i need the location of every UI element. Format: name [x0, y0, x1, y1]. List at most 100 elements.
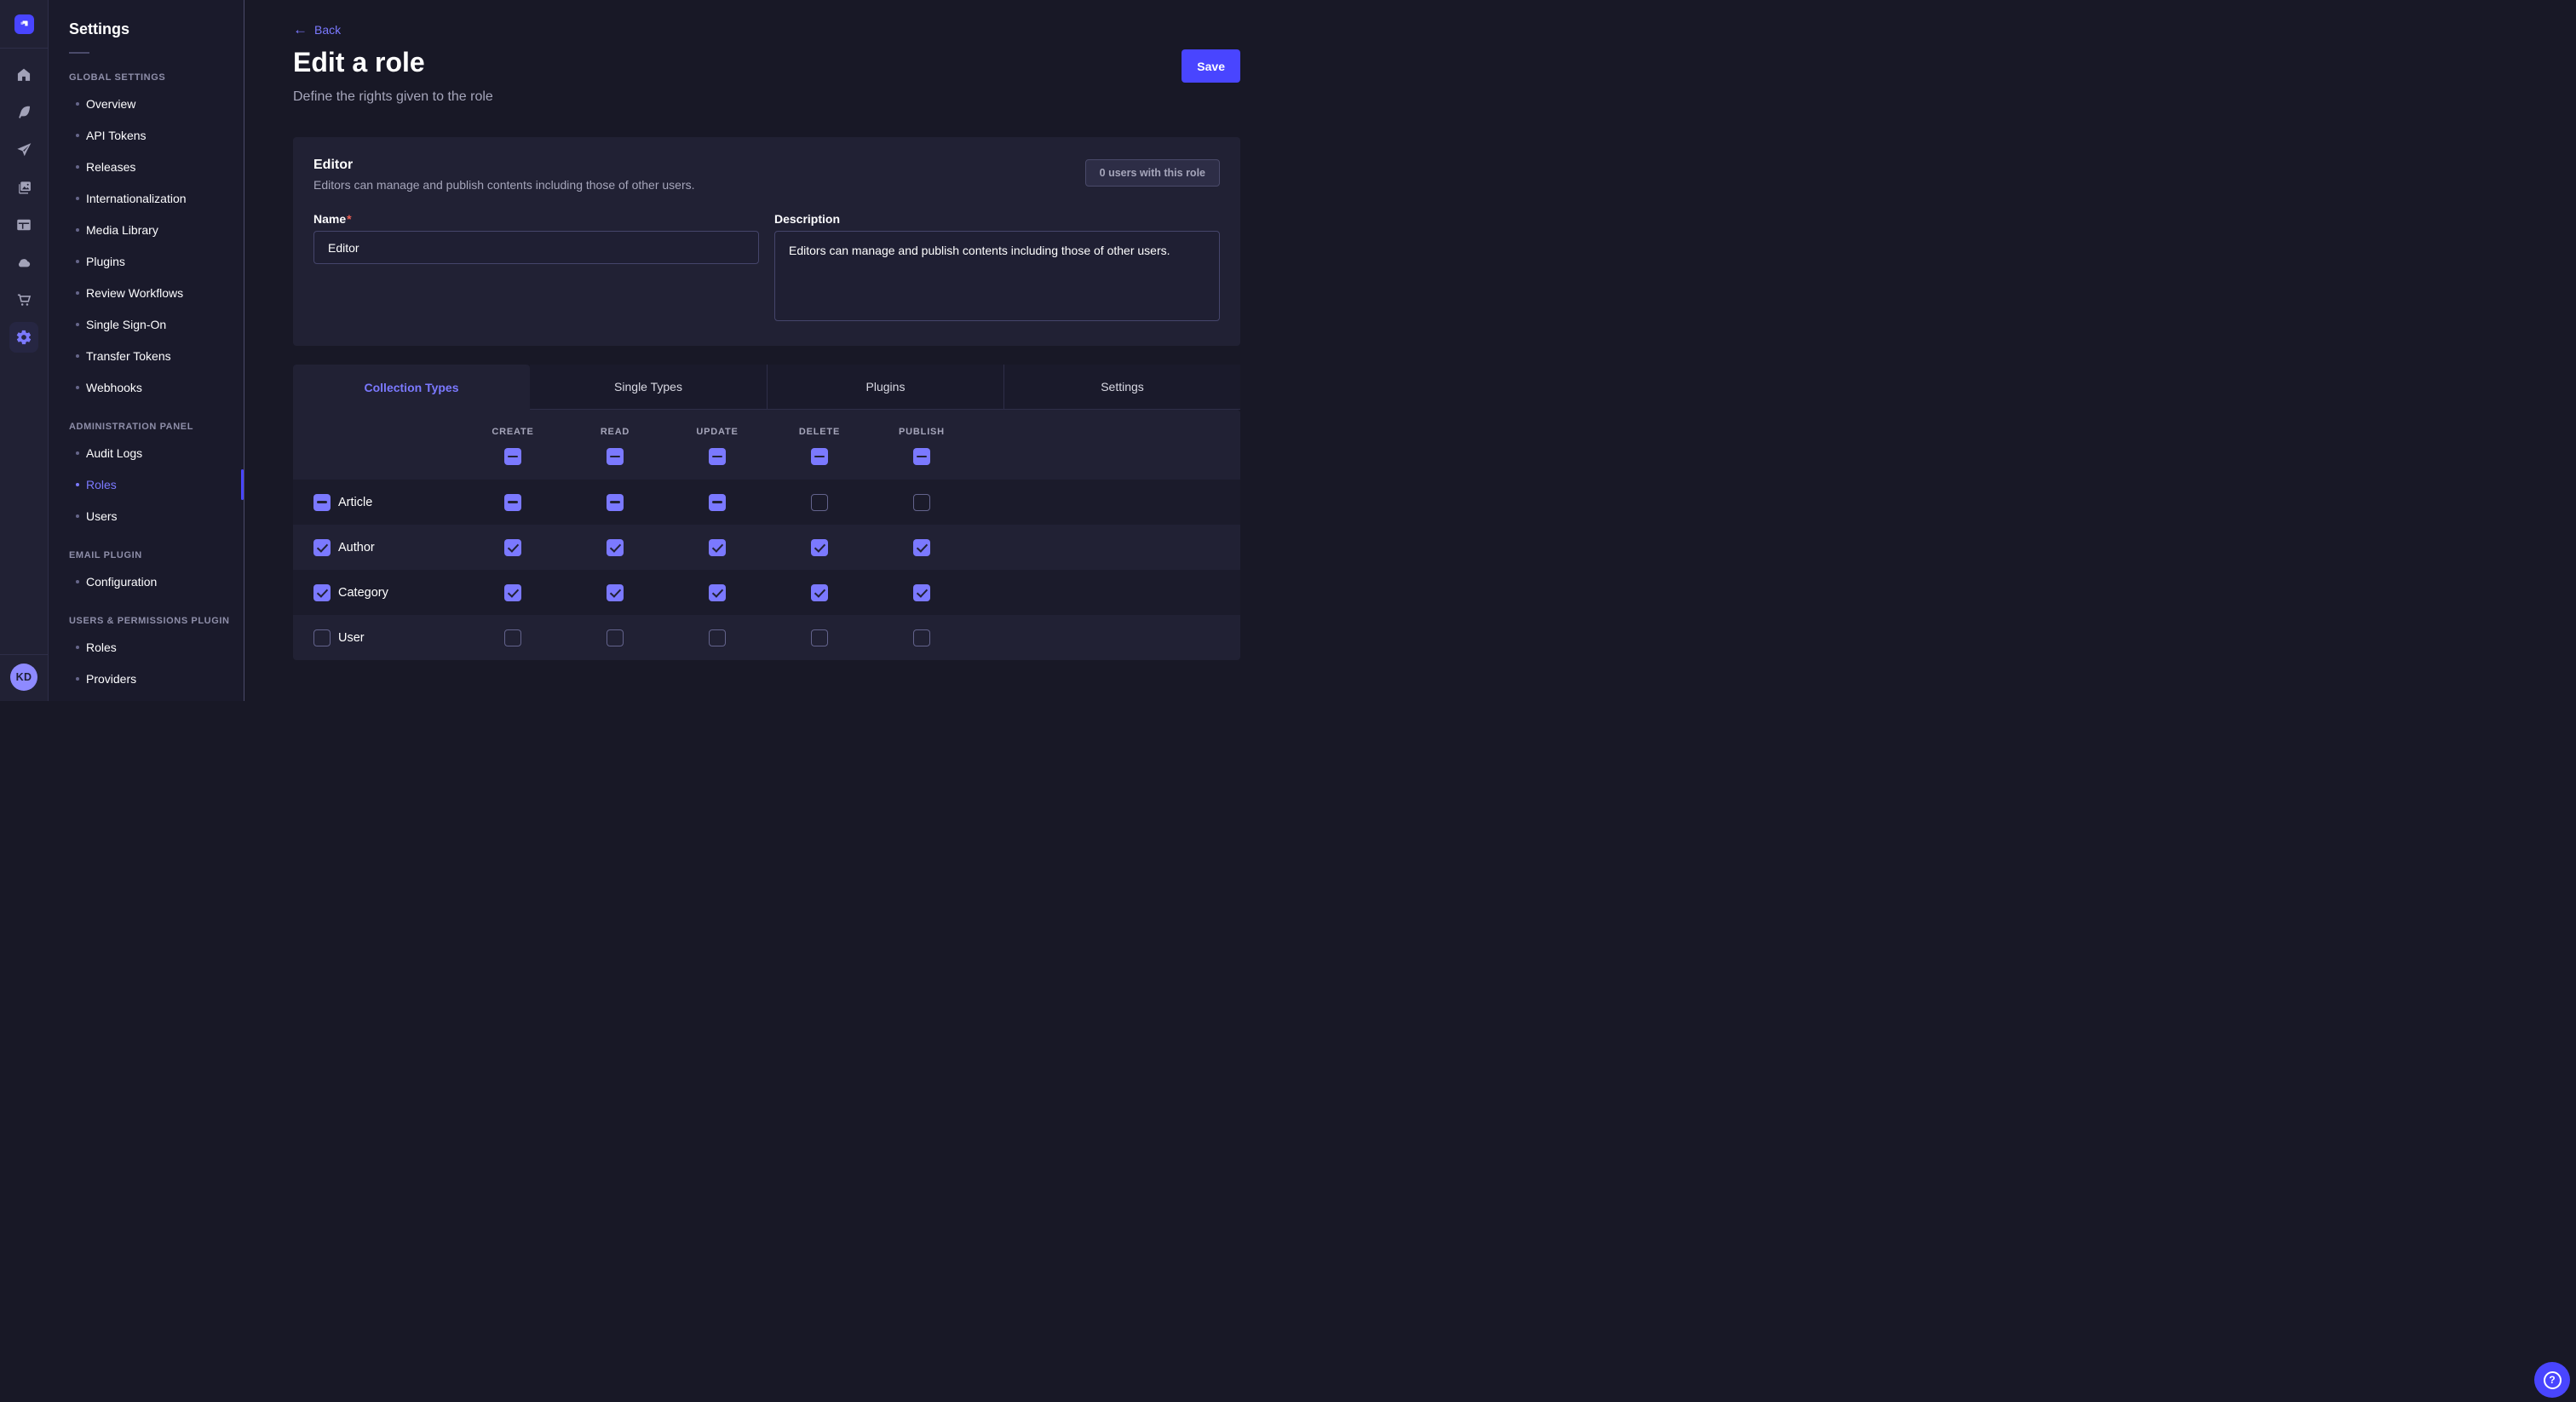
sidebar-item-webhooks[interactable]: Webhooks: [49, 371, 244, 403]
permissions-tabs: Collection Types Single Types Plugins Se…: [293, 365, 1240, 410]
select-all-row: [293, 448, 1240, 465]
article-delete-checkbox[interactable]: [811, 494, 828, 511]
article-read-checkbox[interactable]: [607, 494, 624, 511]
back-arrow-icon: ←: [293, 22, 308, 37]
author-delete-checkbox[interactable]: [811, 539, 828, 556]
shopping-cart-icon[interactable]: [9, 284, 38, 315]
email-plugin-list: Configuration: [49, 566, 244, 597]
row-checkbox-user[interactable]: [313, 629, 331, 646]
name-field-group: Name*: [313, 212, 759, 325]
row-label: Category: [338, 586, 388, 600]
sidebar-item-roles-up[interactable]: Roles: [49, 631, 244, 663]
role-description-text: Editors can manage and publish contents …: [313, 178, 1220, 192]
sidebar-item-internationalization[interactable]: Internationalization: [49, 182, 244, 214]
select-all-update-checkbox[interactable]: [709, 448, 726, 465]
category-create-checkbox[interactable]: [504, 584, 521, 601]
bullet-icon: [76, 102, 79, 106]
category-update-checkbox[interactable]: [709, 584, 726, 601]
required-asterisk: *: [347, 212, 351, 226]
strapi-logo[interactable]: [14, 14, 34, 34]
sidebar-item-transfer-tokens[interactable]: Transfer Tokens: [49, 340, 244, 371]
bullet-icon: [76, 677, 79, 681]
row-checkbox-article[interactable]: [313, 494, 331, 511]
user-update-checkbox[interactable]: [709, 629, 726, 646]
bullet-icon: [76, 451, 79, 455]
tab-plugins[interactable]: Plugins: [767, 365, 1003, 410]
bullet-icon: [76, 260, 79, 263]
sidebar-item-review-workflows[interactable]: Review Workflows: [49, 277, 244, 308]
row-checkbox-author[interactable]: [313, 539, 331, 556]
images-icon[interactable]: [9, 172, 38, 203]
select-all-create-checkbox[interactable]: [504, 448, 521, 465]
sidebar-item-releases[interactable]: Releases: [49, 151, 244, 182]
save-button[interactable]: Save: [1182, 49, 1240, 83]
gear-icon[interactable]: [9, 322, 38, 353]
author-read-checkbox[interactable]: [607, 539, 624, 556]
article-create-checkbox[interactable]: [504, 494, 521, 511]
administration-panel-list: Audit Logs Roles Users: [49, 437, 244, 531]
table-row-author: Author: [293, 525, 1240, 570]
sidebar-item-plugins[interactable]: Plugins: [49, 245, 244, 277]
author-publish-checkbox[interactable]: [913, 539, 930, 556]
table-row-article: Article: [293, 480, 1240, 525]
sidebar-item-single-sign-on[interactable]: Single Sign-On: [49, 308, 244, 340]
home-icon[interactable]: [9, 60, 38, 90]
tab-collection-types[interactable]: Collection Types: [293, 365, 530, 410]
article-publish-checkbox[interactable]: [913, 494, 930, 511]
sidebar-item-audit-logs[interactable]: Audit Logs: [49, 437, 244, 468]
user-read-checkbox[interactable]: [607, 629, 624, 646]
feather-pen-icon[interactable]: [9, 97, 38, 128]
category-read-checkbox[interactable]: [607, 584, 624, 601]
category-delete-checkbox[interactable]: [811, 584, 828, 601]
section-label-email-plugin: EMAIL PLUGIN: [49, 550, 244, 560]
sidebar-item-overview[interactable]: Overview: [49, 88, 244, 119]
sidebar-item-configuration[interactable]: Configuration: [49, 566, 244, 597]
author-update-checkbox[interactable]: [709, 539, 726, 556]
user-delete-checkbox[interactable]: [811, 629, 828, 646]
sidebar-item-users[interactable]: Users: [49, 500, 244, 531]
user-create-checkbox[interactable]: [504, 629, 521, 646]
rail-icon-nav: [9, 60, 38, 353]
article-update-checkbox[interactable]: [709, 494, 726, 511]
back-link[interactable]: ← Back: [293, 22, 341, 37]
user-publish-checkbox[interactable]: [913, 629, 930, 646]
cloud-icon[interactable]: [9, 247, 38, 278]
table-row-category: Category: [293, 570, 1240, 615]
row-checkbox-category[interactable]: [313, 584, 331, 601]
column-header-delete: DELETE: [768, 427, 871, 437]
select-all-publish-checkbox[interactable]: [913, 448, 930, 465]
bullet-icon: [76, 580, 79, 583]
help-button[interactable]: ?: [2534, 1362, 2570, 1398]
users-with-role-badge[interactable]: 0 users with this role: [1085, 159, 1220, 187]
tab-single-types[interactable]: Single Types: [530, 365, 767, 410]
column-header-read: READ: [564, 427, 666, 437]
description-textarea[interactable]: Editors can manage and publish contents …: [774, 231, 1220, 321]
select-all-read-checkbox[interactable]: [607, 448, 624, 465]
rail-divider: [0, 48, 48, 49]
question-mark-icon: ?: [2544, 1371, 2562, 1389]
sidebar-item-api-tokens[interactable]: API Tokens: [49, 119, 244, 151]
settings-subnav: Settings GLOBAL SETTINGS Overview API To…: [49, 0, 244, 701]
category-publish-checkbox[interactable]: [913, 584, 930, 601]
paper-plane-icon[interactable]: [9, 135, 38, 165]
user-avatar[interactable]: KD: [10, 664, 37, 691]
rail-bottom: KD: [0, 654, 48, 701]
bullet-icon: [76, 228, 79, 232]
author-create-checkbox[interactable]: [504, 539, 521, 556]
users-permissions-list: Roles Providers: [49, 631, 244, 694]
layout-icon[interactable]: [9, 210, 38, 240]
sidebar-item-media-library[interactable]: Media Library: [49, 214, 244, 245]
description-field-label: Description: [774, 212, 1220, 226]
name-input[interactable]: [313, 231, 759, 264]
role-details-card: Editor Editors can manage and publish co…: [293, 137, 1240, 346]
bullet-icon: [76, 386, 79, 389]
row-label: Article: [338, 496, 372, 509]
select-all-delete-checkbox[interactable]: [811, 448, 828, 465]
sidebar-item-roles-admin[interactable]: Roles: [49, 468, 244, 500]
permissions-section: Collection Types Single Types Plugins Se…: [293, 365, 1240, 660]
description-field-group: Description Editors can manage and publi…: [774, 212, 1220, 325]
tab-settings[interactable]: Settings: [1003, 365, 1240, 410]
sidebar-item-providers[interactable]: Providers: [49, 663, 244, 694]
bullet-icon: [76, 514, 79, 518]
page-title: Edit a role: [293, 47, 425, 78]
